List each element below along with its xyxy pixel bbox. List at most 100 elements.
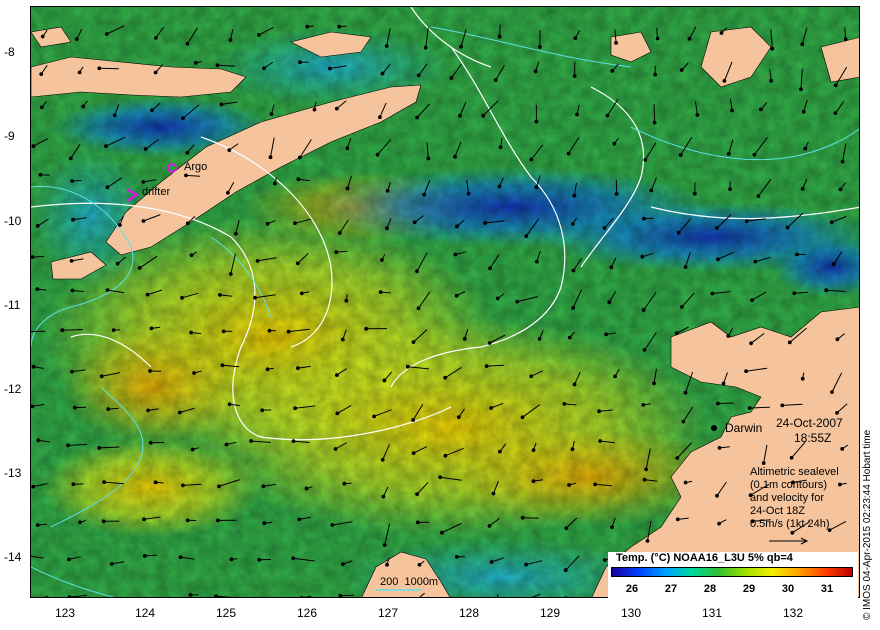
velocity-arrowhead	[744, 219, 749, 224]
velocity-arrowhead	[529, 374, 534, 379]
velocity-arrowhead	[641, 308, 646, 312]
velocity-arrowhead	[416, 306, 421, 311]
velocity-arrowhead	[218, 293, 222, 297]
velocity-arrowhead	[109, 562, 114, 566]
velocity-arrowhead	[178, 555, 183, 560]
velocity-arrowhead	[721, 381, 726, 386]
velocity-arrowhead	[534, 119, 539, 124]
velocity-arrowhead	[31, 255, 35, 259]
velocity-arrowhead	[564, 596, 568, 597]
velocity-arrowhead	[189, 330, 194, 335]
velocity-arrowhead	[296, 177, 301, 182]
velocity-arrowhead	[752, 152, 757, 157]
x-tick-label: 128	[458, 606, 480, 620]
velocity-arrowhead	[675, 517, 680, 522]
velocity-arrowhead	[219, 102, 224, 107]
x-tick-label: 132	[782, 606, 804, 620]
sst-map[interactable]	[30, 6, 860, 598]
velocity-arrowhead	[780, 403, 785, 408]
velocity-arrowhead	[153, 70, 158, 75]
velocity-arrowhead	[753, 259, 758, 264]
velocity-arrowhead	[150, 108, 154, 113]
velocity-arrowhead	[423, 45, 428, 50]
velocity-arrowhead	[455, 224, 459, 229]
velocity-arrowhead	[481, 113, 486, 118]
velocity-arrowhead	[380, 71, 385, 76]
velocity-arrowhead	[411, 451, 416, 456]
velocity-arrowhead	[40, 34, 45, 39]
velocity-arrowhead	[835, 337, 840, 342]
colorbar-tick: 28	[703, 583, 717, 595]
velocity-arrow	[653, 104, 656, 123]
velocity-arrowhead	[405, 364, 410, 369]
velocity-arrowhead	[609, 265, 614, 270]
velocity-arrowhead	[799, 87, 803, 92]
velocity-arrowhead	[824, 288, 829, 293]
velocity-arrowhead	[726, 152, 731, 156]
velocity-arrowhead	[785, 225, 790, 230]
velocity-arrowhead	[227, 402, 232, 407]
velocity-arrowhead	[537, 337, 542, 341]
velocity-arrowhead	[613, 374, 617, 379]
velocity-arrowhead	[217, 484, 221, 489]
velocity-arrowhead	[683, 265, 688, 269]
velocity-arrowhead	[567, 335, 572, 340]
velocity-arrowhead	[412, 220, 417, 225]
velocity-arrowhead	[72, 405, 77, 410]
velocity-arrowhead	[571, 306, 575, 310]
velocity-arrowhead	[415, 492, 420, 497]
y-tick-label: -13	[4, 466, 22, 480]
velocity-arrowhead	[750, 298, 754, 303]
depth-key-label: 200 1000m	[380, 576, 439, 588]
darwin-label: Darwin	[725, 421, 763, 435]
x-tick-label: 124	[134, 606, 156, 620]
velocity-arrowhead	[67, 595, 72, 597]
x-tick-label: 125	[215, 606, 237, 620]
velocity-arrowhead	[715, 226, 719, 230]
velocity-arrowhead	[597, 409, 601, 414]
velocity-arrowhead	[185, 221, 190, 226]
velocity-arrowhead	[484, 364, 489, 369]
velocity-arrowhead	[416, 73, 421, 78]
velocity-arrowhead	[411, 340, 416, 345]
velocity-arrowhead	[335, 373, 339, 378]
velocity-arrowhead	[602, 558, 607, 562]
velocity-arrowhead	[679, 68, 684, 72]
velocity-arrowhead	[291, 556, 296, 561]
darwin-marker	[711, 425, 717, 431]
velocity-arrowhead	[573, 36, 578, 41]
velocity-arrowhead	[189, 253, 194, 258]
velocity-arrowhead	[531, 448, 536, 453]
velocity-arrowhead	[345, 146, 350, 151]
velocity-arrowhead	[534, 185, 539, 190]
velocity-arrowhead	[381, 494, 386, 499]
x-tick-label: 123	[54, 606, 76, 620]
velocity-arrowhead	[102, 480, 106, 485]
velocity-arrowhead	[262, 66, 266, 71]
velocity-arrowhead	[803, 146, 808, 151]
velocity-arrowhead	[382, 378, 387, 383]
velocity-arrowhead	[789, 455, 794, 460]
velocity-arrowhead	[141, 180, 146, 184]
velocity-arrowhead	[453, 154, 457, 159]
velocity-arrowhead	[415, 520, 420, 525]
velocity-arrowhead	[535, 259, 539, 264]
velocity-arrowhead	[31, 484, 36, 489]
y-tick-label: -10	[4, 214, 22, 228]
velocity-arrowhead	[687, 36, 692, 41]
velocity-arrowhead	[262, 521, 267, 526]
x-tick-label: 127	[377, 606, 399, 620]
velocity-arrowhead	[233, 231, 238, 236]
velocity-arrowhead	[104, 144, 108, 149]
velocity-arrowhead	[715, 493, 719, 498]
velocity-arrowhead	[487, 524, 492, 528]
velocity-arrowhead	[440, 530, 444, 535]
velocity-arrowhead	[800, 186, 805, 191]
y-tick-label: -8	[4, 45, 15, 59]
velocity-arrowhead	[497, 184, 502, 189]
velocity-arrowhead	[192, 371, 197, 375]
velocity-arrowhead	[529, 157, 534, 162]
velocity-arrowhead	[649, 188, 654, 193]
velocity-arrowhead	[610, 525, 614, 529]
velocity-arrowhead	[604, 332, 608, 337]
